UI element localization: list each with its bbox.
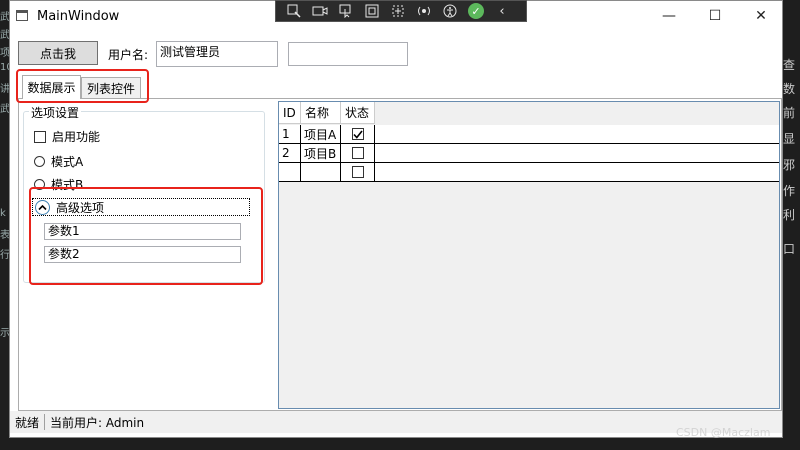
- column-header-id[interactable]: ID: [279, 102, 301, 124]
- extra-text-field[interactable]: [288, 42, 408, 66]
- minimize-button[interactable]: —: [646, 1, 692, 31]
- edge-text: 查: [783, 58, 796, 72]
- cell-id[interactable]: [279, 163, 301, 181]
- highlight-box-tabs: [16, 69, 149, 103]
- window-icon: [16, 10, 28, 21]
- enable-feature-checkbox[interactable]: 启用功能: [34, 128, 100, 145]
- maximize-button[interactable]: ☐: [692, 1, 738, 31]
- window-title: MainWindow: [37, 9, 120, 24]
- cell-id[interactable]: 1: [279, 125, 301, 143]
- cell-status[interactable]: [341, 125, 375, 143]
- display-layout-icon[interactable]: [360, 1, 384, 21]
- status-checkbox[interactable]: [351, 166, 364, 178]
- accessibility-icon[interactable]: [438, 1, 462, 21]
- status-checkbox-checked[interactable]: [351, 128, 364, 140]
- data-grid[interactable]: ID 名称 状态 1 项目A 2 项目B: [278, 101, 780, 409]
- camera-icon[interactable]: [308, 1, 332, 21]
- editor-right-edge: 查 数 前 显 邪 作 利 口: [780, 0, 800, 450]
- grid-header-row: ID 名称 状态: [279, 102, 375, 124]
- click-me-button[interactable]: 点击我: [18, 41, 98, 65]
- username-label: 用户名:: [108, 48, 149, 62]
- cell-name[interactable]: 项目A: [301, 125, 341, 143]
- table-row[interactable]: 2 项目B: [279, 144, 779, 163]
- edge-text: 数: [783, 82, 796, 96]
- cell-status[interactable]: [341, 144, 375, 162]
- inspect-icon[interactable]: [282, 1, 306, 21]
- main-window: MainWindow — ☐ ✕ 点击我 用户名: 测试管理员 数据展示 列表控…: [9, 0, 783, 438]
- edge-text: 显: [783, 132, 796, 146]
- edge-text: 口: [783, 242, 796, 256]
- close-button[interactable]: ✕: [738, 1, 784, 31]
- mode-a-radio[interactable]: 模式A: [34, 153, 83, 170]
- edge-text: 邪: [783, 158, 796, 172]
- radio-label: 模式A: [51, 155, 84, 169]
- cell-name[interactable]: [301, 163, 341, 181]
- table-row[interactable]: 1 项目A: [279, 125, 779, 144]
- collapse-icon[interactable]: ‹: [490, 1, 514, 21]
- checkbox-box[interactable]: [34, 130, 46, 143]
- binding-ok-icon[interactable]: ✓: [464, 1, 488, 21]
- username-field[interactable]: 测试管理员: [156, 41, 278, 67]
- radio-circle[interactable]: [34, 156, 45, 167]
- select-icon[interactable]: [334, 1, 358, 21]
- status-bar: 就绪 当前用户: Admin: [10, 411, 782, 433]
- column-header-name[interactable]: 名称: [301, 102, 341, 124]
- edge-text: 作: [783, 184, 796, 198]
- xaml-debug-toolbar: ✓ ‹: [275, 0, 527, 22]
- track-focus-icon[interactable]: [386, 1, 410, 21]
- checkbox-label: 启用功能: [52, 130, 101, 144]
- cell-name[interactable]: 项目B: [301, 144, 341, 162]
- edge-text: 利: [783, 208, 796, 222]
- cell-id[interactable]: 2: [279, 144, 301, 162]
- table-row-new[interactable]: [279, 163, 779, 182]
- cell-status[interactable]: [341, 163, 375, 181]
- status-checkbox[interactable]: [351, 147, 364, 159]
- watermark: CSDN @Maczlam: [676, 426, 771, 439]
- edge-text: 前: [783, 106, 796, 120]
- edge-text: k: [0, 208, 6, 219]
- highlight-box-expander: [29, 187, 263, 285]
- hot-reload-icon[interactable]: [412, 1, 436, 21]
- current-user-text: 当前用户: Admin: [50, 415, 145, 430]
- options-group-title: 选项设置: [29, 104, 82, 121]
- status-text: 就绪: [15, 415, 40, 430]
- column-header-status[interactable]: 状态: [341, 102, 375, 124]
